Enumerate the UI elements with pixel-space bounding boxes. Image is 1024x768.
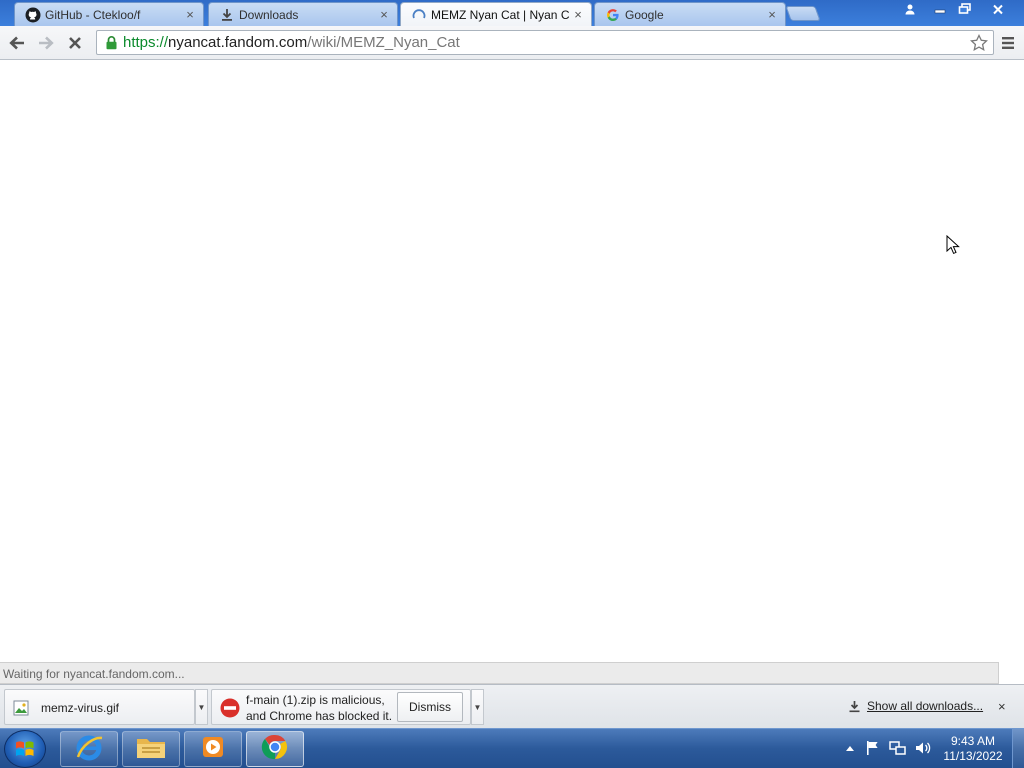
tab-github[interactable]: GitHub - Ctekloo/f × — [14, 2, 204, 26]
stop-button[interactable] — [63, 31, 87, 55]
network-icon[interactable] — [889, 739, 907, 757]
chrome-icon — [260, 732, 290, 767]
url-path: /wiki/MEMZ_Nyan_Cat — [307, 34, 460, 51]
google-icon — [605, 7, 621, 23]
internet-explorer-icon — [74, 732, 104, 767]
download-item-menu-button[interactable]: ▼ — [195, 689, 208, 725]
tab-downloads[interactable]: Downloads × — [208, 2, 398, 26]
blocked-warning-line-2: and Chrome has blocked it. — [246, 709, 393, 723]
close-download-shelf-button[interactable]: × — [998, 699, 1006, 714]
url-text[interactable]: https://nyancat.fandom.com/wiki/MEMZ_Nya… — [123, 34, 460, 51]
tab-title: Google — [625, 7, 664, 22]
action-center-flag-icon[interactable] — [864, 739, 882, 757]
tab-close-button[interactable]: × — [183, 7, 197, 22]
status-bubble: Waiting for nyancat.fandom.com... — [0, 662, 999, 684]
tab-strip: GitHub - Ctekloo/f × Downloads × MEMZ Ny… — [0, 0, 1024, 26]
system-clock[interactable]: 9:43 AM 11/13/2022 — [940, 734, 1006, 764]
bookmark-star-icon[interactable] — [969, 33, 989, 53]
taskbar-file-explorer[interactable] — [122, 731, 180, 767]
page-content[interactable] — [0, 61, 1024, 684]
download-item-memz-virus[interactable]: memz-virus.gif — [4, 689, 195, 725]
download-filename: memz-virus.gif — [41, 701, 120, 715]
media-player-icon — [199, 733, 227, 766]
github-icon — [25, 7, 41, 23]
taskbar: 9:43 AM 11/13/2022 — [0, 728, 1024, 768]
url-scheme: https:// — [123, 34, 169, 51]
taskbar-chrome[interactable] — [246, 731, 304, 767]
screen: GitHub - Ctekloo/f × Downloads × MEMZ Ny… — [0, 0, 1024, 768]
tab-title: GitHub - Ctekloo/f — [45, 7, 141, 22]
restore-button[interactable] — [951, 0, 978, 18]
blocked-icon — [220, 698, 240, 723]
blocked-warning-line-1: f-main (1).zip is malicious, — [246, 693, 385, 707]
profile-icon[interactable] — [896, 0, 923, 18]
tab-title: MEMZ Nyan Cat | Nyan C — [431, 7, 570, 22]
loading-spinner-icon — [411, 7, 427, 23]
volume-icon[interactable] — [914, 739, 932, 757]
taskbar-media-player[interactable] — [184, 731, 242, 767]
show-desktop-button[interactable] — [1012, 729, 1024, 768]
show-all-downloads-link[interactable]: Show all downloads... — [848, 699, 983, 713]
forward-button[interactable] — [34, 31, 58, 55]
start-button[interactable] — [4, 730, 46, 768]
tab-google[interactable]: Google × — [594, 2, 786, 26]
download-icon — [219, 7, 235, 23]
minimize-button[interactable] — [926, 0, 953, 18]
tab-close-button[interactable]: × — [765, 7, 779, 22]
url-host: nyancat.fandom.com — [168, 34, 308, 51]
download-item-menu-button[interactable]: ▼ — [471, 689, 484, 725]
clock-time: 9:43 AM — [950, 734, 996, 748]
clock-date: 11/13/2022 — [943, 749, 1003, 763]
back-button[interactable] — [5, 31, 29, 55]
address-bar[interactable]: https://nyancat.fandom.com/wiki/MEMZ_Nya… — [96, 30, 994, 55]
chrome-menu-icon[interactable] — [996, 31, 1020, 55]
download-icon — [848, 700, 861, 713]
new-tab-button[interactable] — [785, 6, 821, 21]
dismiss-button[interactable]: Dismiss — [397, 692, 463, 722]
image-file-icon — [13, 700, 29, 721]
tab-close-button[interactable]: × — [377, 7, 391, 22]
browser-toolbar: https://nyancat.fandom.com/wiki/MEMZ_Nya… — [0, 26, 1024, 60]
taskbar-internet-explorer[interactable] — [60, 731, 118, 767]
file-explorer-icon — [135, 733, 167, 766]
show-hidden-icons-arrow[interactable] — [844, 739, 856, 757]
show-all-downloads-label: Show all downloads... — [867, 699, 984, 713]
tab-title: Downloads — [239, 7, 299, 22]
close-window-button[interactable] — [984, 0, 1012, 18]
mouse-cursor-icon — [946, 234, 960, 255]
tab-memz-nyan-cat[interactable]: MEMZ Nyan Cat | Nyan C × — [400, 2, 592, 26]
download-shelf: memz-virus.gif ▼ f-main (1).zip is malic… — [0, 684, 1024, 728]
lock-icon[interactable] — [101, 35, 121, 50]
tab-close-button[interactable]: × — [571, 7, 585, 22]
